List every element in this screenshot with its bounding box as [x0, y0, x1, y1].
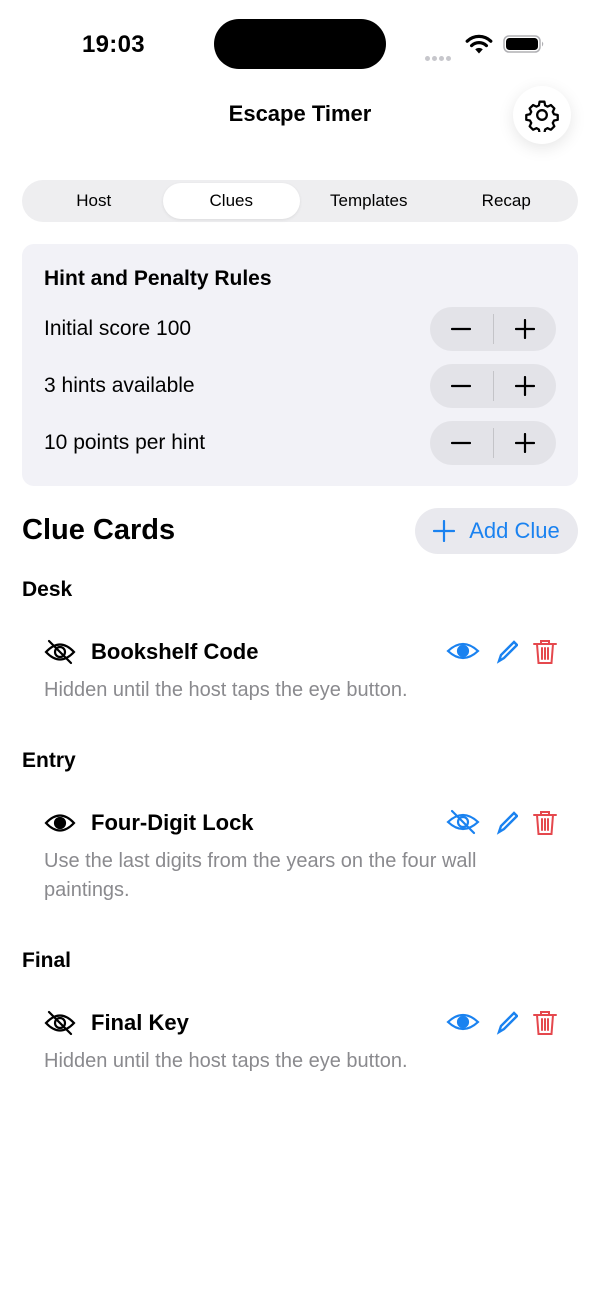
- add-clue-button[interactable]: Add Clue: [415, 508, 578, 554]
- group-label-entry: Entry: [22, 749, 76, 772]
- plus-icon: [433, 520, 456, 542]
- minus-icon: [451, 384, 472, 388]
- increment-button[interactable]: [494, 421, 557, 465]
- eye-slash-icon: [44, 1010, 76, 1036]
- decrement-button[interactable]: [430, 364, 493, 408]
- clue-card: Final Key Hidden until the host taps the…: [44, 1007, 558, 1076]
- pencil-icon[interactable]: [496, 638, 518, 664]
- trash-icon[interactable]: [532, 638, 558, 666]
- battery-icon: [503, 35, 544, 53]
- minus-icon: [451, 441, 472, 445]
- group-label-final: Final: [22, 949, 72, 972]
- tab-recap[interactable]: Recap: [438, 183, 576, 219]
- increment-button[interactable]: [494, 364, 557, 408]
- gear-icon: [525, 100, 559, 132]
- clue-title: Bookshelf Code: [91, 639, 259, 664]
- tab-clues[interactable]: Clues: [162, 183, 300, 219]
- group-label-desk: Desk: [22, 578, 73, 601]
- hints-available-row: 3 hints available: [44, 364, 556, 408]
- add-clue-label: Add Clue: [469, 518, 560, 543]
- eye-icon: [44, 814, 76, 832]
- points-per-hint-row: 10 points per hint: [44, 421, 556, 465]
- plus-icon: [514, 433, 535, 453]
- tab-host[interactable]: Host: [25, 183, 163, 219]
- status-bar: 19:03: [0, 0, 600, 90]
- hints-available-label: 3 hints available: [44, 374, 195, 397]
- wifi-icon: [465, 34, 493, 54]
- clue-cards-heading: Clue Cards: [22, 514, 176, 546]
- decrement-button[interactable]: [430, 421, 493, 465]
- pencil-icon[interactable]: [496, 809, 518, 835]
- trash-icon[interactable]: [532, 809, 558, 837]
- section-tabs: Host Clues Templates Recap: [22, 180, 578, 222]
- hint-penalty-rules-card: Hint and Penalty Rules Initial score 100…: [22, 244, 578, 486]
- settings-button[interactable]: [513, 86, 571, 144]
- initial-score-stepper: [430, 307, 556, 351]
- clue-card: Bookshelf Code Hidden until the host tap…: [44, 636, 558, 705]
- trash-icon[interactable]: [532, 1009, 558, 1037]
- rules-title: Hint and Penalty Rules: [44, 267, 272, 290]
- clue-actions: [446, 1007, 558, 1039]
- clue-body: Hidden until the host taps the eye butto…: [44, 1050, 408, 1072]
- initial-score-label: Initial score 100: [44, 317, 192, 340]
- eye-icon[interactable]: [446, 1009, 480, 1035]
- clue-body: Hidden until the host taps the eye butto…: [44, 679, 408, 701]
- eye-slash-icon: [44, 639, 76, 665]
- tab-templates[interactable]: Templates: [300, 183, 438, 219]
- points-per-hint-stepper: [430, 421, 556, 465]
- plus-icon: [514, 376, 535, 396]
- pencil-icon[interactable]: [496, 1009, 518, 1035]
- clue-actions: [446, 807, 558, 839]
- minus-icon: [451, 327, 472, 331]
- clue-title: Final Key: [91, 1010, 189, 1035]
- decrement-button[interactable]: [430, 307, 493, 351]
- eye-slash-icon[interactable]: [446, 809, 480, 835]
- clue-actions: [446, 636, 558, 668]
- increment-button[interactable]: [494, 307, 557, 351]
- eye-icon[interactable]: [446, 638, 480, 664]
- cellular-signal-icon: [425, 48, 453, 66]
- clue-body: Use the last digits from the years on th…: [44, 850, 477, 901]
- clue-card: Four-Digit Lock Use the last digits from…: [44, 807, 558, 905]
- hints-available-stepper: [430, 364, 556, 408]
- initial-score-row: Initial score 100: [44, 307, 556, 351]
- page-title: Escape Timer: [228, 101, 372, 126]
- dynamic-island: [214, 19, 386, 69]
- plus-icon: [514, 319, 535, 339]
- clue-title: Four-Digit Lock: [91, 810, 254, 835]
- points-per-hint-label: 10 points per hint: [44, 431, 206, 454]
- status-time: 19:03: [82, 31, 145, 58]
